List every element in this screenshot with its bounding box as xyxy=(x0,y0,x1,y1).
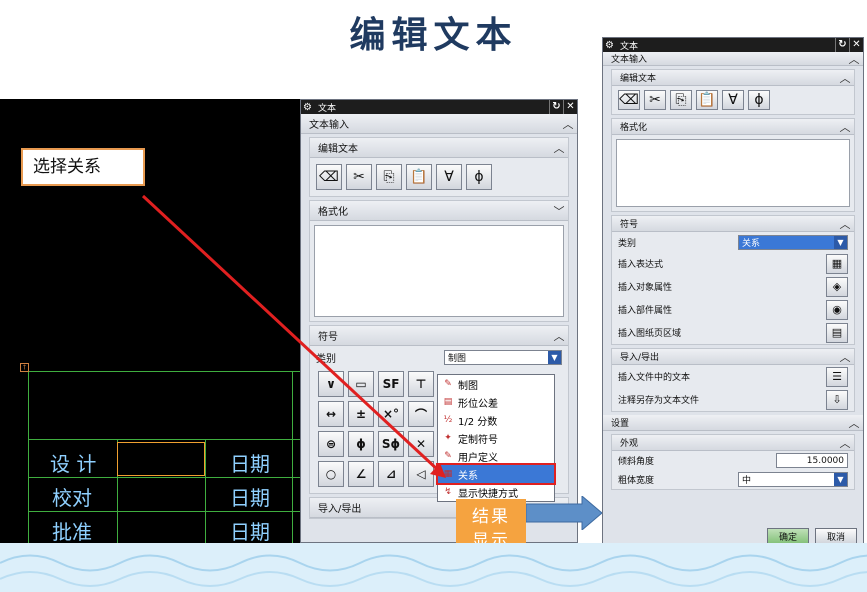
insert-object-attr-button[interactable]: ◈ xyxy=(826,276,848,297)
insert-expression-button[interactable]: ▦ xyxy=(826,253,848,274)
section-label: 文本输入 xyxy=(611,55,648,65)
copy-icon[interactable]: ⎘ xyxy=(670,90,692,110)
text-dialog-after: ⚙ 文本 ↻ ✕ 文本输入 ︿ 编辑文本 ︿ ⌫ ✂ ⎘ 📋 Ɐ ϕ 格式化 ︿… xyxy=(602,37,864,551)
slant-angle-label: 倾斜角度 xyxy=(618,457,655,467)
chevron-up-icon[interactable]: ︿ xyxy=(836,435,854,451)
insert-part-attr-button[interactable]: ◉ xyxy=(826,299,848,320)
insert-part-attr-label: 插入部件属性 xyxy=(618,306,673,316)
category-value: 关系 xyxy=(742,238,761,249)
insert-file-text-label: 插入文件中的文本 xyxy=(618,373,691,383)
insert-expression-label: 插入表达式 xyxy=(618,260,664,270)
weight-value: 中 xyxy=(742,476,752,486)
dialog-titlebar: ⚙ 文本 ↻ ✕ xyxy=(603,38,863,52)
group-symbol: 符号 ︿ 类别 关系 ▼ 插入表达式 ▦ 插入对象属性 ◈ 插入部件属性 ◉ 插… xyxy=(611,215,855,345)
section-label: 格式化 xyxy=(620,123,648,133)
insert-sheet-region-button[interactable]: ▤ xyxy=(826,322,848,343)
cut-icon[interactable]: ✂ xyxy=(644,90,666,110)
cancel-button[interactable]: 取消 xyxy=(815,528,857,544)
chevron-up-icon[interactable]: ︿ xyxy=(836,119,854,135)
delete-text-icon[interactable]: Ɐ xyxy=(722,90,744,110)
group-edit-text: 编辑文本 ︿ ⌫ ✂ ⎘ 📋 Ɐ ϕ xyxy=(611,69,855,115)
wave-decoration xyxy=(0,543,867,592)
ok-button[interactable]: 确定 xyxy=(767,528,809,544)
blue-arrow-right xyxy=(526,496,603,530)
special-char-icon[interactable]: ϕ xyxy=(748,90,770,110)
section-settings[interactable]: 设置 ︿ xyxy=(603,415,863,431)
chevron-up-icon[interactable]: ︿ xyxy=(836,216,854,232)
insert-file-text-button[interactable]: ☰ xyxy=(826,366,848,387)
save-as-text-button[interactable]: ⇩ xyxy=(826,389,848,410)
save-as-text-label: 注释另存为文本文件 xyxy=(618,396,700,406)
chevron-up-icon[interactable]: ︿ xyxy=(845,415,863,431)
section-text-input[interactable]: 文本输入 ︿ xyxy=(603,52,863,66)
section-label: 设置 xyxy=(611,419,630,429)
text-area[interactable] xyxy=(616,139,850,207)
section-import-export[interactable]: 导入/导出 ︿ xyxy=(612,349,854,365)
insert-sheet-region-label: 插入图纸页区域 xyxy=(618,329,682,339)
group-appearance: 外观 ︿ 倾斜角度 15.0000 粗体宽度 中 ▼ xyxy=(611,434,855,490)
slant-angle-input[interactable]: 15.0000 xyxy=(776,453,848,468)
category-label: 类别 xyxy=(618,238,637,249)
gear-icon[interactable]: ⚙ xyxy=(605,40,614,51)
section-label: 外观 xyxy=(620,439,639,449)
group-format: 格式化 ︿ xyxy=(611,118,855,212)
dialog-title: 文本 xyxy=(619,41,638,52)
section-symbol[interactable]: 符号 ︿ xyxy=(612,216,854,232)
section-label: 编辑文本 xyxy=(620,74,657,84)
section-edit-text[interactable]: 编辑文本 ︿ xyxy=(612,70,854,86)
weight-select[interactable]: 中 ▼ xyxy=(738,472,848,487)
chevron-up-icon[interactable]: ︿ xyxy=(836,70,854,86)
slide: 编辑文本 † 设 计 校对 批准 日期 日期 日期 选择关系 ⚙ 文本 ↻ ✕ … xyxy=(0,0,867,592)
section-label: 符号 xyxy=(620,220,639,230)
group-import-export: 导入/导出 ︿ 插入文件中的文本 ☰ 注释另存为文本文件 ⇩ xyxy=(611,348,855,412)
category-select[interactable]: 关系 ▼ xyxy=(738,234,848,250)
chevron-up-icon[interactable]: ︿ xyxy=(845,51,863,67)
weight-label: 粗体宽度 xyxy=(618,476,655,486)
section-label: 导入/导出 xyxy=(620,353,660,363)
eraser-icon[interactable]: ⌫ xyxy=(618,90,640,110)
paste-icon[interactable]: 📋 xyxy=(696,90,718,110)
insert-object-attr-label: 插入对象属性 xyxy=(618,283,673,293)
chevron-down-icon[interactable]: ▼ xyxy=(834,235,847,249)
section-appearance[interactable]: 外观 ︿ xyxy=(612,435,854,451)
chevron-down-icon[interactable]: ▼ xyxy=(834,473,847,486)
section-format[interactable]: 格式化 ︿ xyxy=(612,119,854,135)
chevron-up-icon[interactable]: ︿ xyxy=(836,349,854,365)
